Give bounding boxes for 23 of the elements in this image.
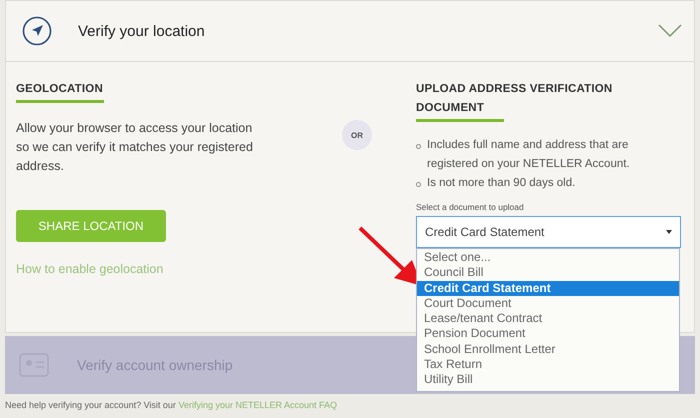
requirement-item: Includes full name and address that are registered on your NETELLER Account. bbox=[427, 138, 631, 172]
caret-icon bbox=[666, 230, 672, 234]
geolocation-description: Allow your browser to access your location so we can verify it matches your registered address. bbox=[16, 120, 254, 175]
dropdown-option[interactable]: Select one... bbox=[417, 250, 679, 266]
dropdown-option[interactable]: Credit Card Statement bbox=[417, 280, 679, 296]
upload-heading: UPLOAD ADDRESS VERIFICATION DOCUMENT bbox=[416, 80, 681, 122]
dropdown-option[interactable]: Tax Return bbox=[417, 357, 679, 372]
help-text: Need help verifying your account? Visit our Verifying your NETELLER Account FAQ bbox=[5, 400, 338, 410]
bullet-icon bbox=[416, 182, 421, 187]
dropdown-option[interactable]: Lease/tenant Contract bbox=[417, 311, 679, 326]
select-label: Select a document to upload bbox=[416, 202, 525, 212]
or-separator: OR bbox=[342, 120, 372, 150]
geolocation-heading: GEOLOCATION bbox=[16, 80, 326, 103]
requirement-item: Is not more than 90 days old. bbox=[427, 176, 576, 191]
dropdown-option[interactable]: Council Bill bbox=[417, 265, 679, 281]
section-title: Verify your location bbox=[78, 22, 206, 40]
document-select[interactable]: Credit Card Statement bbox=[416, 216, 681, 248]
bullet-icon bbox=[416, 144, 421, 149]
dropdown-option[interactable]: Court Document bbox=[417, 296, 679, 312]
chevron-icon[interactable] bbox=[658, 24, 682, 38]
dropdown-option[interactable]: School Enrollment Letter bbox=[417, 342, 679, 358]
dropdown-option[interactable]: Utility Bill bbox=[417, 372, 679, 388]
dropdown-option[interactable]: Pension Document bbox=[417, 326, 679, 342]
